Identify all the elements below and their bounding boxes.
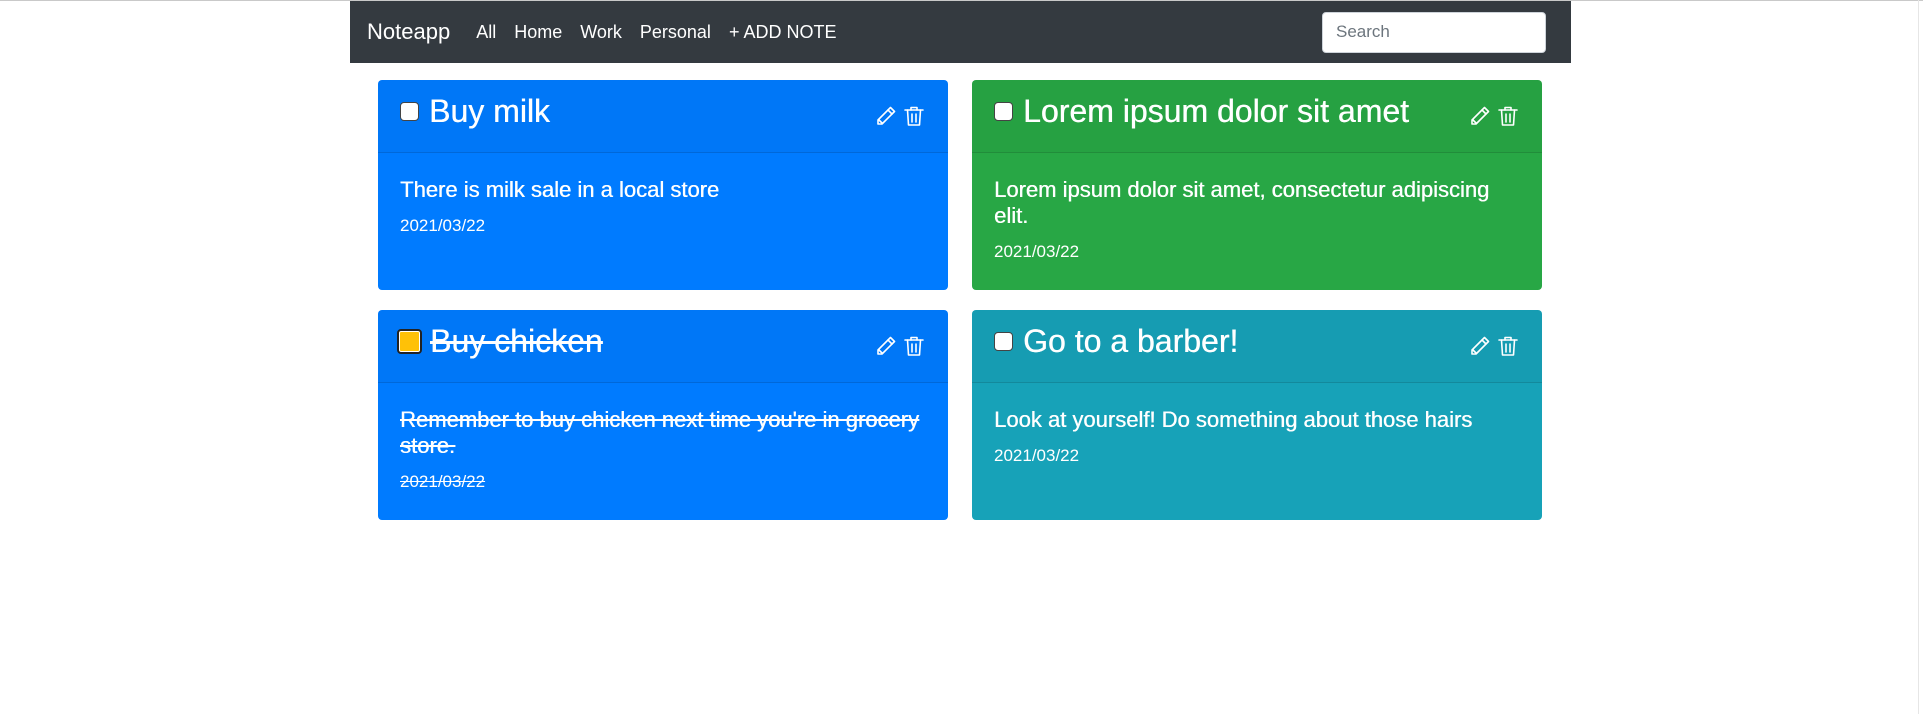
note-title: Buy milk	[429, 92, 550, 129]
nav-link-all[interactable]: All	[476, 22, 496, 43]
note-done-checkbox[interactable]	[994, 331, 1013, 351]
note-body: Lorem ipsum dolor sit amet, consectetur …	[994, 177, 1490, 228]
nav-link-personal[interactable]: Personal	[640, 22, 711, 43]
trash-icon[interactable]	[1496, 104, 1520, 128]
note-actions	[874, 334, 926, 358]
note-body: There is milk sale in a local store	[400, 177, 720, 202]
note-date: 2021/03/22	[400, 216, 486, 235]
trash-icon[interactable]	[902, 334, 926, 358]
note-date: 2021/03/22	[400, 472, 486, 491]
note-card-body: Lorem ipsum dolor sit amet, consectetur …	[972, 153, 1542, 282]
navbar: Noteapp All Home Work Personal + ADD NOT…	[350, 1, 1571, 63]
note-body: Remember to buy chicken next time you're…	[400, 407, 919, 458]
note-card-header: Go to a barber!	[972, 310, 1542, 383]
note-card-body: There is milk sale in a local store 2021…	[378, 153, 948, 256]
note-done-checkbox[interactable]	[400, 101, 419, 121]
note-card-buy-chicken: Buy chicken Remember to buy chicken next…	[378, 310, 948, 520]
note-card-go-to-barber: Go to a barber! Look at yourself! Do som…	[972, 310, 1542, 520]
pencil-icon[interactable]	[874, 334, 898, 358]
pencil-icon[interactable]	[874, 104, 898, 128]
search-input[interactable]	[1322, 11, 1546, 53]
note-actions	[874, 104, 926, 128]
note-title: Go to a barber!	[1023, 322, 1239, 359]
nav-link-work[interactable]: Work	[580, 22, 622, 43]
note-actions	[1468, 334, 1520, 358]
note-date: 2021/03/22	[994, 446, 1080, 465]
pencil-icon[interactable]	[1468, 334, 1492, 358]
trash-icon[interactable]	[902, 104, 926, 128]
trash-icon[interactable]	[1496, 334, 1520, 358]
app-viewport: Noteapp All Home Work Personal + ADD NOT…	[0, 0, 1923, 714]
note-title: Lorem ipsum dolor sit amet	[1023, 92, 1409, 129]
note-card-header: Buy milk	[378, 80, 948, 153]
brand-link[interactable]: Noteapp	[367, 19, 450, 45]
pencil-icon[interactable]	[1468, 104, 1492, 128]
note-card-body: Look at yourself! Do something about tho…	[972, 383, 1542, 486]
note-body: Look at yourself! Do something about tho…	[994, 407, 1473, 432]
note-card-buy-milk: Buy milk There is milk sale in a local s…	[378, 80, 948, 290]
note-done-checkbox[interactable]	[397, 328, 422, 354]
note-card-body: Remember to buy chicken next time you're…	[378, 383, 948, 512]
note-actions	[1468, 104, 1520, 128]
add-note-link[interactable]: + ADD NOTE	[729, 22, 837, 43]
note-title: Buy chicken	[430, 322, 603, 359]
note-date: 2021/03/22	[994, 242, 1080, 261]
note-card-lorem-ipsum: Lorem ipsum dolor sit amet Lorem ipsum d…	[972, 80, 1542, 290]
note-done-checkbox[interactable]	[994, 101, 1013, 121]
note-card-header: Buy chicken	[378, 310, 948, 383]
note-card-header: Lorem ipsum dolor sit amet	[972, 80, 1542, 153]
nav-link-home[interactable]: Home	[514, 22, 562, 43]
scrollbar-track[interactable]	[1918, 0, 1919, 714]
